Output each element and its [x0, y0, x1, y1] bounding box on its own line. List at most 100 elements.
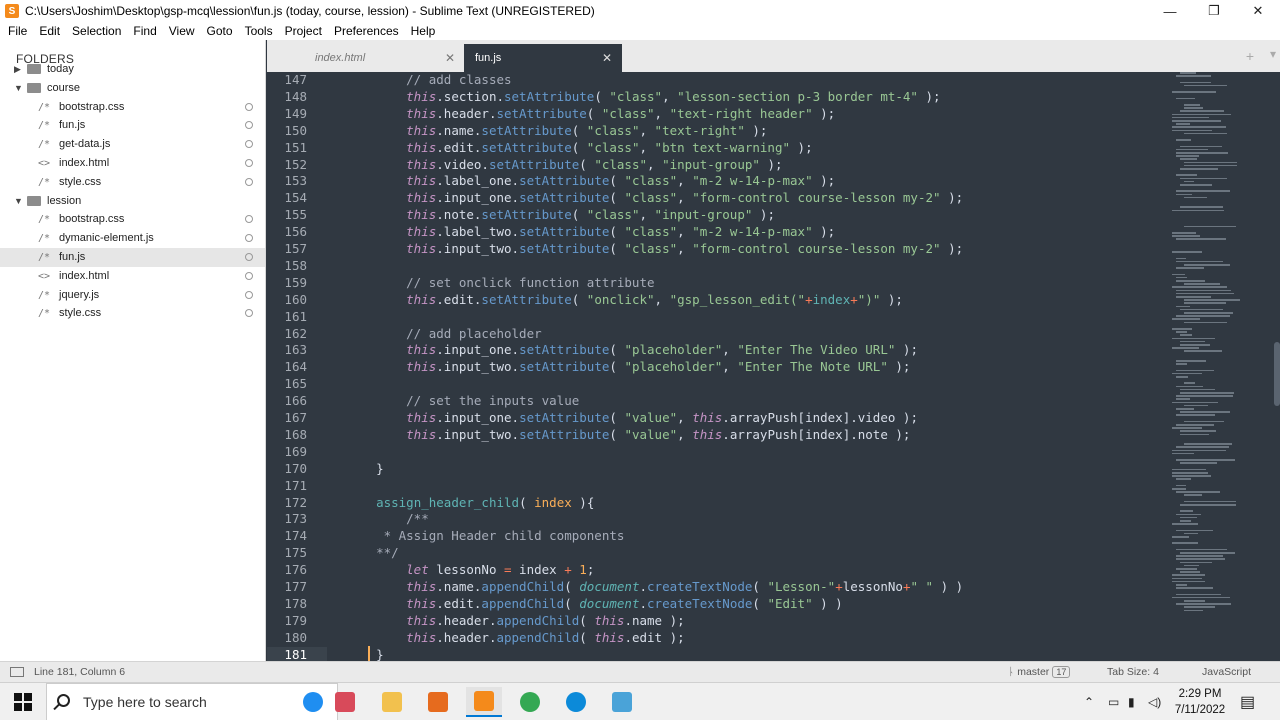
app-icon-blue[interactable]: [604, 687, 640, 717]
panel-toggle-icon[interactable]: [10, 667, 24, 677]
start-button[interactable]: [0, 683, 46, 720]
menu-item-edit[interactable]: Edit: [33, 24, 66, 38]
code-line[interactable]: this.input_two.setAttribute( "value", th…: [361, 427, 910, 442]
code-line[interactable]: }: [361, 461, 384, 476]
file-fun-js[interactable]: /* fun.js: [0, 116, 265, 135]
code-line[interactable]: this.video.setAttribute( "class", "input…: [361, 157, 782, 172]
file-index-html[interactable]: <> index.html: [0, 154, 265, 173]
menu-item-find[interactable]: Find: [127, 24, 162, 38]
app-icon-orange[interactable]: [420, 687, 456, 717]
maximize-button[interactable]: ❐: [1192, 0, 1236, 22]
close-file-icon[interactable]: [245, 159, 253, 168]
close-file-icon[interactable]: [245, 103, 253, 112]
close-file-icon[interactable]: [245, 272, 253, 281]
close-file-icon[interactable]: [245, 234, 253, 243]
code-line[interactable]: this.header.appendChild( this.edit );: [361, 630, 685, 645]
code-token: "onclick": [586, 291, 655, 307]
menu-item-project[interactable]: Project: [279, 24, 328, 38]
chrome-icon[interactable]: [512, 687, 548, 717]
code-line[interactable]: this.section.setAttribute( "class", "les…: [361, 89, 940, 104]
close-file-icon[interactable]: [245, 253, 253, 262]
notification-icon[interactable]: ▤: [1240, 683, 1255, 720]
vertical-scrollbar[interactable]: [1274, 342, 1280, 406]
file-dymanic-element-js[interactable]: /* dymanic-element.js: [0, 229, 265, 248]
close-file-icon[interactable]: [245, 215, 253, 224]
folder-course[interactable]: ▼ course: [0, 79, 265, 98]
file-fun-js[interactable]: /* fun.js: [0, 248, 265, 267]
code-line[interactable]: this.input_two.setAttribute( "class", "f…: [361, 241, 963, 256]
chevron-down-icon[interactable]: ▼: [14, 83, 23, 93]
file-index-html[interactable]: <> index.html: [0, 267, 265, 286]
edge-icon[interactable]: [295, 687, 331, 717]
code-line[interactable]: this.note.setAttribute( "class", "input-…: [361, 207, 775, 222]
code-line[interactable]: /**: [361, 511, 429, 526]
code-line[interactable]: let lessonNo = index + 1;: [361, 562, 594, 577]
chevron-down-icon[interactable]: ▼: [14, 196, 23, 206]
folder-lession[interactable]: ▼ lession: [0, 192, 265, 211]
code-line[interactable]: }: [361, 647, 384, 661]
code-line[interactable]: // add classes: [361, 72, 511, 87]
tab-index-html[interactable]: index.html ✕: [267, 44, 463, 72]
minimap[interactable]: [1172, 72, 1250, 661]
syntax-mode[interactable]: JavaScript: [1202, 666, 1251, 678]
menu-item-help[interactable]: Help: [405, 24, 442, 38]
new-tab-icon[interactable]: +: [1246, 48, 1254, 64]
volume-icon[interactable]: ◁): [1148, 683, 1161, 720]
code-editor[interactable]: 147 148 149 150 151 152 153 154 155 156 157 158 159 1…: [267, 72, 1280, 661]
file-style-css[interactable]: /* style.css: [0, 304, 265, 323]
code-line[interactable]: assign_header_child( index ){: [361, 495, 594, 510]
code-line[interactable]: this.name.appendChild( document.createTe…: [361, 579, 963, 594]
code-line[interactable]: this.input_one.setAttribute( "value", th…: [361, 410, 918, 425]
code-line[interactable]: * Assign Header child components: [361, 528, 625, 543]
menu-item-goto[interactable]: Goto: [201, 24, 239, 38]
file-explorer-icon[interactable]: [374, 687, 410, 717]
tab-size[interactable]: Tab Size: 4: [1107, 666, 1159, 678]
sublime-text-icon[interactable]: [466, 687, 502, 717]
close-file-icon[interactable]: [245, 309, 253, 318]
code-line[interactable]: // set the inputs value: [361, 393, 579, 408]
code-line[interactable]: this.input_one.setAttribute( "class", "f…: [361, 190, 963, 205]
file-get-data-js[interactable]: /* get-data.js: [0, 135, 265, 154]
chevron-up-icon[interactable]: ⌃: [1084, 683, 1094, 720]
close-file-icon[interactable]: [245, 178, 253, 187]
git-branch[interactable]: ᚿ master 17: [1008, 666, 1071, 678]
menu-item-preferences[interactable]: Preferences: [328, 24, 405, 38]
code-line[interactable]: this.name.setAttribute( "class", "text-r…: [361, 123, 767, 138]
close-file-icon[interactable]: [245, 291, 253, 300]
clock[interactable]: 2:29 PM 7/11/2022: [1165, 686, 1235, 718]
minimize-button[interactable]: —: [1148, 0, 1192, 22]
chart-app-icon[interactable]: [327, 687, 363, 717]
menu-item-selection[interactable]: Selection: [66, 24, 127, 38]
file-jquery-js[interactable]: /* jquery.js: [0, 286, 265, 305]
code-line[interactable]: this.header.setAttribute( "class", "text…: [361, 106, 835, 121]
code-line[interactable]: this.edit.appendChild( document.createTe…: [361, 596, 843, 611]
code-line[interactable]: // add placeholder: [361, 326, 541, 341]
code-line[interactable]: this.input_one.setAttribute( "placeholde…: [361, 342, 918, 357]
file-bootstrap-css[interactable]: /* bootstrap.css: [0, 210, 265, 229]
menu-item-view[interactable]: View: [163, 24, 201, 38]
menu-item-tools[interactable]: Tools: [239, 24, 279, 38]
code-line[interactable]: // set onclick function attribute: [361, 275, 654, 290]
code-line[interactable]: this.header.appendChild( this.name );: [361, 613, 685, 628]
close-file-icon[interactable]: [245, 121, 253, 130]
code-line[interactable]: this.label_one.setAttribute( "class", "m…: [361, 173, 835, 188]
tab-list-icon[interactable]: ▾: [1270, 47, 1276, 61]
code-line[interactable]: this.edit.setAttribute( "class", "btn te…: [361, 140, 812, 155]
code-line[interactable]: **/: [361, 545, 399, 560]
code-line[interactable]: this.input_two.setAttribute( "placeholde…: [361, 359, 910, 374]
chevron-right-icon[interactable]: ▶: [14, 64, 21, 75]
menu-item-file[interactable]: File: [0, 24, 33, 38]
close-button[interactable]: ✕: [1236, 0, 1280, 22]
battery-icon[interactable]: ▮: [1128, 683, 1135, 720]
file-bootstrap-css[interactable]: /* bootstrap.css: [0, 98, 265, 117]
close-file-icon[interactable]: [245, 140, 253, 149]
code-line[interactable]: this.edit.setAttribute( "onclick", "gsp_…: [361, 292, 903, 307]
folder-today[interactable]: ▶ today: [0, 60, 265, 79]
file-style-css[interactable]: /* style.css: [0, 173, 265, 192]
network-icon[interactable]: ▭: [1108, 683, 1119, 720]
close-tab-icon[interactable]: ✕: [602, 51, 612, 65]
edge-new-icon[interactable]: [558, 687, 594, 717]
tab-fun-js[interactable]: fun.js ✕: [464, 44, 622, 72]
code-line[interactable]: this.label_two.setAttribute( "class", "m…: [361, 224, 835, 239]
close-tab-icon[interactable]: ✕: [445, 51, 455, 65]
